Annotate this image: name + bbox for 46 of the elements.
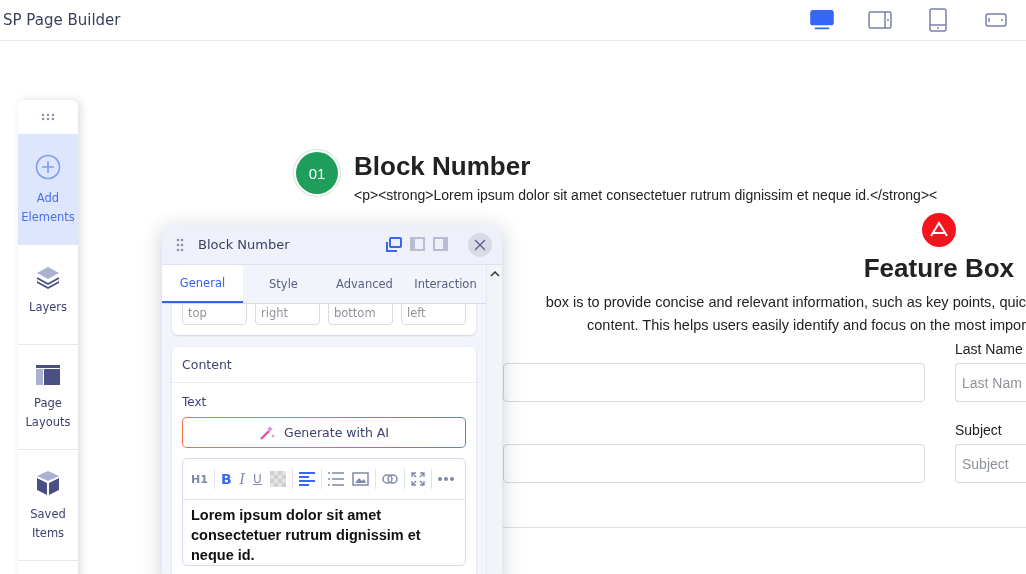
cube-icon bbox=[36, 470, 60, 496]
editor-text[interactable]: Lorem ipsum dolor sit amet consectetuer rutrum dignissim et neque id. bbox=[183, 500, 465, 565]
bold-button[interactable]: B bbox=[216, 468, 236, 490]
feature-heading: Feature Box bbox=[862, 252, 1015, 285]
spacing-input[interactable]: right bbox=[255, 304, 320, 325]
section-title: Content bbox=[172, 347, 476, 383]
field-label: Text bbox=[182, 395, 208, 409]
layout-icon bbox=[36, 365, 60, 385]
app-title: SP Page Builder bbox=[3, 11, 121, 29]
close-button[interactable] bbox=[468, 232, 492, 257]
input-field[interactable] bbox=[503, 444, 925, 483]
underline-button[interactable]: U bbox=[249, 468, 266, 490]
tab[interactable]: Style bbox=[243, 265, 324, 303]
sidebar-item[interactable]: Page Layouts bbox=[18, 344, 78, 449]
chevron-up-icon bbox=[489, 271, 500, 277]
plus-circle-icon bbox=[35, 154, 61, 180]
sidebar-item[interactable]: Layers bbox=[18, 244, 78, 344]
generate-ai-button[interactable]: Generate with AI bbox=[182, 417, 466, 448]
scrollbar[interactable] bbox=[486, 265, 502, 574]
panel-title: Block Number bbox=[198, 237, 291, 252]
sidebar-item[interactable]: Add Elements bbox=[18, 134, 78, 244]
spacing-input[interactable]: left bbox=[401, 304, 466, 325]
floating-dock-button[interactable] bbox=[384, 237, 404, 252]
number-badge: 01 bbox=[296, 152, 338, 194]
right-dock-button[interactable] bbox=[431, 237, 450, 252]
feature-description: content. This helps users easily identify and focus on the most impor bbox=[586, 316, 1026, 335]
italic-button[interactable]: I bbox=[235, 468, 250, 490]
spacing-input[interactable]: bottom bbox=[328, 304, 393, 325]
input-field[interactable]: Last Nam bbox=[955, 363, 1026, 402]
layers-icon bbox=[35, 265, 61, 289]
field-label: Subject bbox=[955, 422, 1003, 438]
field-label: Last Name bbox=[955, 341, 1024, 357]
tab[interactable]: General bbox=[162, 265, 243, 303]
feature-description: box is to provide concise and relevant information, such as key points, quic bbox=[544, 293, 1026, 312]
sidebar-item[interactable]: Saved Items bbox=[18, 449, 78, 560]
block-code-text: <p><strong>Lorem ipsum dolor sit amet consectetuer rutrum dignissim et neque id.</strong>< bbox=[354, 186, 938, 204]
input-field[interactable]: Subject bbox=[955, 444, 1026, 483]
spacing-input[interactable]: top bbox=[182, 304, 247, 325]
close-icon bbox=[474, 238, 486, 251]
input-field[interactable] bbox=[503, 363, 925, 402]
drag-handle-icon[interactable] bbox=[176, 237, 184, 252]
magic-wand-icon bbox=[258, 424, 275, 441]
h1-button[interactable]: H1 bbox=[187, 468, 212, 490]
tab[interactable]: Advanced bbox=[324, 265, 405, 303]
tab[interactable]: Interaction bbox=[405, 265, 486, 303]
block-heading: Block Number bbox=[354, 150, 532, 182]
